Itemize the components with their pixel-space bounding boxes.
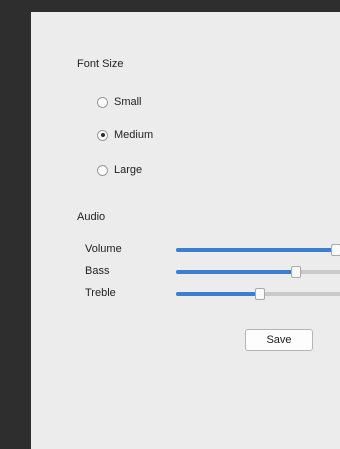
settings-panel: Font Size Small Medium Large Audio Volum… [31, 12, 340, 449]
radio-small[interactable]: Small [97, 95, 142, 109]
save-button[interactable]: Save [245, 329, 313, 351]
slider-knob[interactable] [291, 266, 301, 278]
audio-heading: Audio [77, 211, 106, 223]
radio-label-medium: Medium [114, 129, 154, 141]
radio-label-large: Large [114, 164, 143, 176]
slider-fill [176, 270, 296, 274]
volume-label: Volume [85, 243, 122, 255]
slider-fill [176, 292, 260, 296]
radio-label-small: Small [114, 96, 142, 108]
radio-medium[interactable]: Medium [97, 128, 153, 142]
radio-large[interactable]: Large [97, 163, 142, 177]
bass-slider[interactable] [176, 266, 340, 278]
radio-button[interactable] [97, 96, 108, 108]
bass-label: Bass [85, 265, 110, 277]
font-size-heading: Font Size [77, 58, 124, 70]
radio-button[interactable] [97, 129, 108, 141]
treble-label: Treble [85, 287, 116, 299]
slider-knob[interactable] [255, 288, 265, 300]
radio-button[interactable] [97, 164, 108, 176]
slider-knob[interactable] [331, 244, 340, 256]
slider-fill [176, 248, 336, 252]
treble-slider[interactable] [176, 288, 340, 300]
volume-slider[interactable] [176, 244, 340, 256]
